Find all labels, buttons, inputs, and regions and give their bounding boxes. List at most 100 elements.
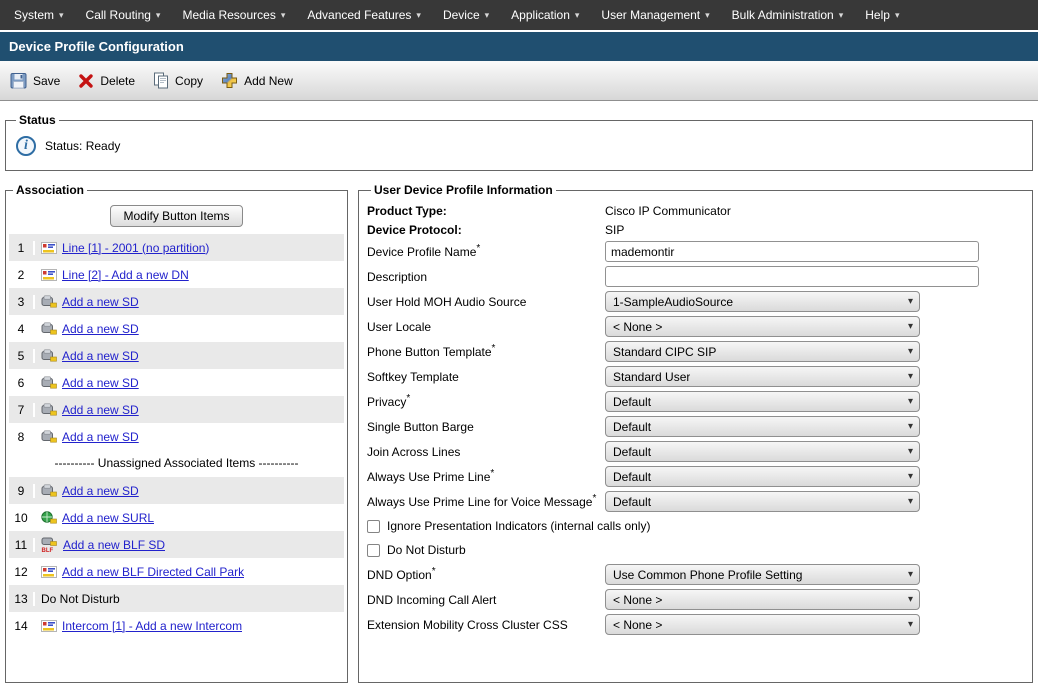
menu-item-help[interactable]: Help▾ (854, 0, 910, 30)
association-link-line-2-add-a-new-dn[interactable]: Line [2] - Add a new DN (62, 268, 189, 282)
association-link-add-a-new-sd[interactable]: Add a new SD (62, 349, 139, 363)
add-new-button[interactable]: Add New (221, 72, 293, 89)
association-row-content: Add a new SD (35, 322, 344, 336)
dnd-option-select[interactable]: Use Common Phone Profile Setting▾ (605, 564, 920, 585)
chevron-down-icon: ▾ (903, 496, 913, 507)
user-hold-moh-audio-source-label: User Hold MOH Audio Source (367, 295, 605, 309)
softkey-template-select[interactable]: Standard User▾ (605, 366, 920, 387)
association-row: 5Add a new SD (9, 342, 344, 369)
product-type-value: Cisco IP Communicator (605, 204, 731, 218)
association-link-add-a-new-sd[interactable]: Add a new SD (62, 322, 139, 336)
always-use-prime-line-selected-value: Default (613, 470, 651, 484)
chevron-down-icon: ▾ (705, 9, 710, 21)
association-legend: Association (13, 183, 87, 197)
association-row-content: Add a new SD (35, 295, 344, 309)
menu-item-media-resources[interactable]: Media Resources ▾ (171, 0, 296, 30)
user-hold-moh-audio-source-select[interactable]: 1-SampleAudioSource▾ (605, 291, 920, 312)
association-row-content: Add a new SD (35, 430, 344, 444)
association-link-line-1-2001-no-partition[interactable]: Line [1] - 2001 (no partition) (62, 241, 209, 255)
chevron-down-icon: ▾ (903, 446, 913, 457)
association-row: 3Add a new SD (9, 288, 344, 315)
row-number: 12 (9, 565, 35, 579)
row-number: 8 (9, 430, 35, 444)
row-number: 11 (9, 538, 35, 552)
association-link-add-a-new-sd[interactable]: Add a new SD (62, 484, 139, 498)
modify-button-wrap: Modify Button Items (9, 201, 344, 234)
menu-item-user-management[interactable]: User Management ▾ (590, 0, 720, 30)
copy-button[interactable]: Copy (153, 72, 203, 89)
association-link-add-a-new-sd[interactable]: Add a new SD (62, 403, 139, 417)
required-asterisk: * (432, 566, 436, 577)
extension-mobility-cross-cluster-css-select[interactable]: < None >▾ (605, 614, 920, 635)
association-row-content: BLF Add a new BLF SD (35, 537, 344, 553)
ignore-presentation-indicators-checkbox[interactable] (367, 520, 380, 533)
blf-sd-icon: BLF (41, 537, 58, 553)
menu-item-label: User Management (601, 8, 700, 22)
association-row: 2Line [2] - Add a new DN (9, 261, 344, 288)
chevron-down-icon: ▾ (903, 619, 913, 630)
menu-item-label: Application (511, 8, 570, 22)
menu-item-advanced-features[interactable]: Advanced Features▾ (296, 0, 432, 30)
single-button-barge-label: Single Button Barge (367, 420, 605, 434)
association-link-add-a-new-sd[interactable]: Add a new SD (62, 430, 139, 444)
line-icon (41, 620, 57, 632)
softkey-template-selected-value: Standard User (613, 370, 690, 384)
speed-dial-icon (41, 484, 57, 497)
menu-item-bulk-administration[interactable]: Bulk Administration▾ (721, 0, 855, 30)
profile-row: DND Incoming Call Alert< None >▾ (367, 587, 1024, 612)
toolbar: Save Delete Copy Add New (0, 61, 1038, 101)
chevron-down-icon: ▾ (281, 9, 286, 21)
single-button-barge-select[interactable]: Default▾ (605, 416, 920, 437)
profile-row: Device Protocol:SIP (367, 220, 1024, 239)
menu-item-call-routing[interactable]: Call Routing▾ (75, 0, 172, 30)
do-not-disturb-checkbox[interactable] (367, 544, 380, 557)
profile-row: Device Profile Name* (367, 239, 1024, 264)
menu-item-system[interactable]: System▾ (3, 0, 75, 30)
association-link-add-a-new-blf-sd[interactable]: Add a new BLF SD (63, 538, 165, 552)
description-input[interactable] (605, 266, 979, 287)
save-button[interactable]: Save (10, 72, 60, 89)
required-asterisk: * (492, 343, 496, 354)
speed-dial-icon (41, 403, 57, 416)
page-title: Device Profile Configuration (9, 39, 184, 54)
modify-button-items-button[interactable]: Modify Button Items (110, 205, 242, 227)
always-use-prime-line-for-voice-message-select[interactable]: Default ▾ (605, 491, 920, 512)
association-row: 11 BLF Add a new BLF SD (9, 531, 344, 558)
surl-icon (41, 511, 57, 524)
menu-item-application[interactable]: Application▾ (500, 0, 590, 30)
delete-icon (78, 73, 94, 89)
association-link-add-a-new-sd[interactable]: Add a new SD (62, 376, 139, 390)
profile-row: Always Use Prime Line for Voice Message*… (367, 489, 1024, 514)
privacy-label: Privacy* (367, 395, 605, 409)
association-row-content: Add a new BLF Directed Call Park (35, 565, 344, 579)
menu-item-device[interactable]: Device▾ (432, 0, 500, 30)
always-use-prime-line-label: Always Use Prime Line* (367, 470, 605, 484)
row-number: 1 (9, 241, 35, 255)
menu-item-label: Help (865, 8, 890, 22)
menu-item-label: Media Resources (182, 8, 275, 22)
join-across-lines-select[interactable]: Default▾ (605, 441, 920, 462)
always-use-prime-line-select[interactable]: Default▾ (605, 466, 920, 487)
delete-button[interactable]: Delete (78, 73, 135, 89)
privacy-select[interactable]: Default▾ (605, 391, 920, 412)
required-asterisk: * (592, 493, 596, 504)
device-profile-name-input[interactable] (605, 241, 979, 262)
association-link-intercom-1-add-a-new-intercom[interactable]: Intercom [1] - Add a new Intercom (62, 619, 242, 633)
user-locale-select[interactable]: < None >▾ (605, 316, 920, 337)
phone-button-template-select[interactable]: Standard CIPC SIP▾ (605, 341, 920, 362)
always-use-prime-line-for-voice-message-selected-value: Default (613, 495, 651, 509)
association-link-add-a-new-blf-directed-call-park[interactable]: Add a new BLF Directed Call Park (62, 565, 244, 579)
chevron-down-icon: ▾ (903, 396, 913, 407)
row-number: 10 (9, 511, 35, 525)
profile-row: Always Use Prime Line*Default▾ (367, 464, 1024, 489)
menu-bar: System▾Call Routing▾ Media Resources ▾ Adva… (0, 0, 1038, 30)
line-icon (41, 269, 57, 281)
do-not-disturb-label: Do Not Disturb (387, 543, 466, 557)
speed-dial-icon (41, 349, 57, 362)
association-link-add-a-new-sd[interactable]: Add a new SD (62, 295, 139, 309)
association-row: 7Add a new SD (9, 396, 344, 423)
chevron-down-icon: ▾ (903, 346, 913, 357)
menu-item-label: Advanced Features (307, 8, 411, 22)
dnd-incoming-call-alert-select[interactable]: < None >▾ (605, 589, 920, 610)
association-link-add-a-new-surl[interactable]: Add a new SURL (62, 511, 154, 525)
